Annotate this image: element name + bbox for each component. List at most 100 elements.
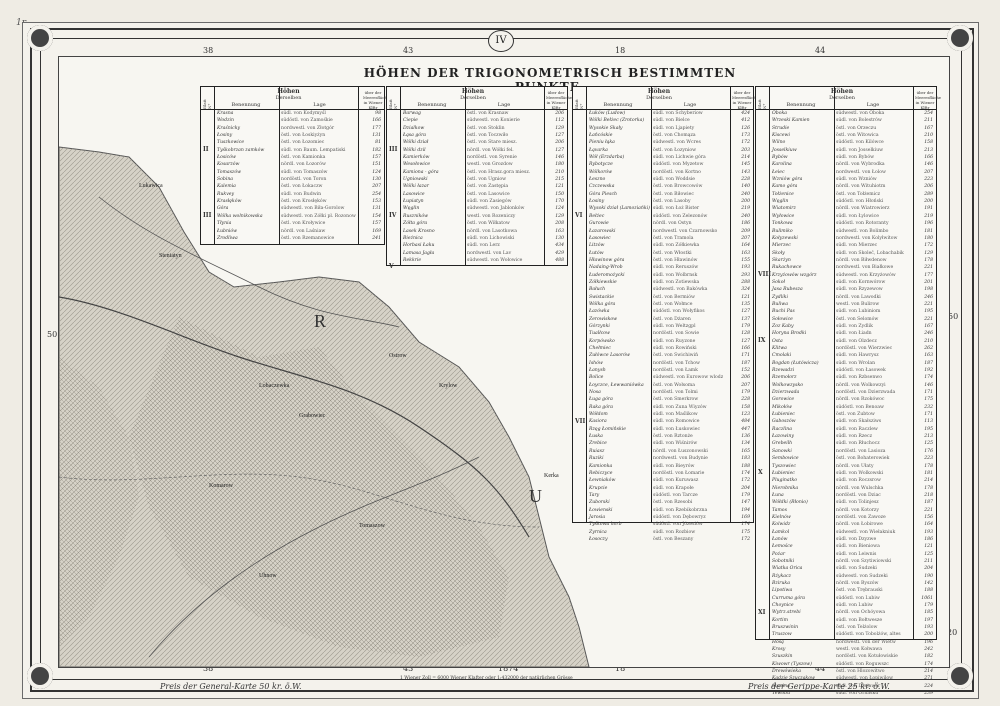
table-row: Tualłcow nordöstl. von Sowie 128 — [573, 330, 753, 337]
header-location: Lage — [683, 102, 697, 108]
point-location: östl. von Łokaczw — [281, 184, 323, 190]
point-height: 163 — [924, 353, 933, 359]
point-name: Tamos — [772, 507, 787, 513]
point-name: Kortim — [772, 617, 788, 623]
point-height: 169 — [372, 228, 381, 234]
point-height: 188 — [741, 463, 750, 469]
table-row: Ruiasz nördl. von Łuszonowski 165 — [573, 448, 753, 455]
table-row: Krasłęków östl. von Krosłęków 153 — [201, 198, 384, 205]
point-height: 157 — [372, 221, 381, 227]
corner-ornament-top-left — [27, 25, 53, 51]
point-name: Łuna — [772, 492, 784, 498]
point-location: östl. von Beszany — [653, 536, 694, 542]
point-name: Kielnów — [772, 514, 791, 520]
point-name: Bziruka — [772, 581, 790, 586]
table-row: Czczewska östl. von Browcowów 140 — [573, 183, 753, 190]
point-name: Łuderomożycki — [589, 272, 625, 278]
table-row: Karolina nördl. von Wybrodka 146 — [756, 161, 936, 168]
table-row: Bałuch südwestl. von Bakówka 324 — [573, 286, 753, 293]
point-height: 127 — [555, 133, 564, 139]
point-name: Tualłcow — [589, 331, 610, 337]
point-height: 156 — [924, 514, 933, 520]
sheet-group-label: IV — [389, 211, 397, 219]
point-height: 206 — [555, 140, 564, 146]
point-height: 211 — [924, 118, 933, 124]
point-height: 131 — [372, 206, 381, 212]
table-row: Rukachowce nordwestl. von Białkowe 221 — [756, 264, 936, 271]
point-height: 173 — [741, 133, 750, 139]
table-row: Krzyżowów wzgórz südwestl. von Krzyżowów 1… — [756, 272, 936, 279]
place-label: Lobaczewka — [259, 383, 290, 389]
table-row: Grebeilh südl. von Rłuchocz 125 — [756, 440, 936, 447]
point-name: Krasłęków — [217, 199, 242, 205]
point-location: östl. von Biłowiec — [653, 191, 694, 197]
point-location: nördl. von Lawodki — [836, 294, 881, 300]
table-row: Swistackie östl. von Bermiów 121 — [573, 294, 753, 301]
table-row: Skoły südl. von Skoleć, Lobachabik 129 — [756, 250, 936, 257]
point-name: Łupiatyn — [403, 199, 424, 205]
point-name: Wólka wolnikowska — [217, 213, 263, 219]
table-row: Węglin südwestl. von Jablonków 124 — [387, 205, 567, 212]
point-name: Sobotniki — [772, 558, 795, 564]
point-name: Łąsa góra — [403, 133, 427, 139]
table-row: Ishów nordöstl. von Tchow 187 — [573, 360, 753, 367]
point-name: Tyśkobrzan zamków — [217, 147, 265, 153]
point-name: Żerowiskow — [589, 316, 618, 322]
point-height: 143 — [741, 169, 750, 175]
point-location: südl. von Ljapiety — [653, 125, 695, 131]
point-location: südl. von Bolestrów — [836, 118, 882, 124]
table-row: Gorowice nördl. von Rzokówoc 175 — [756, 396, 936, 403]
top-coord: 18 — [615, 46, 626, 55]
point-location: östl. von Wołmce — [653, 301, 693, 307]
table-row: Jarosia südöstl. von Dębowryz 169 — [573, 514, 753, 521]
point-height: 112 — [555, 118, 564, 124]
point-height: 195 — [924, 426, 933, 432]
top-coord: 43 — [403, 46, 414, 55]
point-height: 242 — [924, 647, 933, 653]
point-height: 164 — [741, 243, 750, 249]
point-height: 179 — [741, 492, 750, 498]
point-height: 124 — [372, 169, 381, 175]
point-height: 201 — [924, 279, 933, 285]
point-name: Buchi Pas — [772, 309, 795, 315]
point-name: Źrebice — [589, 441, 607, 447]
table-row: Kamo góra nördl. von Wituhiotm 206 — [756, 183, 936, 190]
point-location: östl. von Kamionka — [281, 155, 326, 161]
point-location: nördl. von Ochóyowa — [836, 610, 886, 616]
point-height: 210 — [555, 169, 564, 175]
point-location: südöstl. von Lubiw — [836, 595, 880, 601]
point-height: 127 — [741, 338, 750, 344]
point-height: 484 — [741, 419, 750, 425]
point-height: 130 — [555, 235, 564, 241]
table-row: Węglin südöstl. von Hłoński 200 — [756, 198, 936, 205]
point-height: 171 — [741, 353, 750, 359]
point-location: südöstl. von Benoaw — [836, 404, 884, 410]
point-name: Josselkiuw — [772, 147, 797, 153]
point-location: südöstl. von Hłoński — [836, 199, 884, 205]
point-name: Żułówce Lasorów — [589, 353, 630, 359]
table-row: Oboka südwestl. von Oboka 254 — [756, 110, 936, 117]
point-height: 180 — [924, 235, 933, 241]
point-height: 174 — [741, 470, 750, 476]
header-location: Lage — [866, 102, 880, 108]
header-sheet-no: Blatt N° — [757, 99, 767, 109]
point-name: Tyszowiec — [772, 463, 796, 469]
point-name: Bruszwinin — [772, 625, 799, 631]
point-name: Wólki dział — [403, 140, 429, 146]
point-height: 240 — [741, 213, 750, 219]
point-height: 166 — [741, 346, 750, 351]
point-location: nördl. von Szytiwiowski — [836, 558, 892, 564]
point-height: 129 — [555, 125, 564, 131]
table-row: Łoyczce, Łewwaniówka östl. von Wołsoma 207 — [573, 382, 753, 389]
point-location: südl. von Łoż Bister — [653, 206, 700, 212]
point-height: 179 — [741, 323, 750, 329]
point-name: Wysokie Skały — [589, 125, 623, 131]
point-name: Raczlina — [772, 426, 792, 432]
point-location: nördl. von Wolkowzyi — [836, 382, 886, 388]
table-row: Bruszwinin östl. von Telżolow 193 — [756, 624, 936, 631]
point-location: südöstl. von Dębowryz — [653, 514, 706, 520]
place-label: Uhnow — [259, 573, 277, 579]
point-name: Łanysh — [589, 368, 606, 374]
point-name: Łubieniec — [772, 470, 795, 476]
point-height: 182 — [924, 654, 933, 660]
